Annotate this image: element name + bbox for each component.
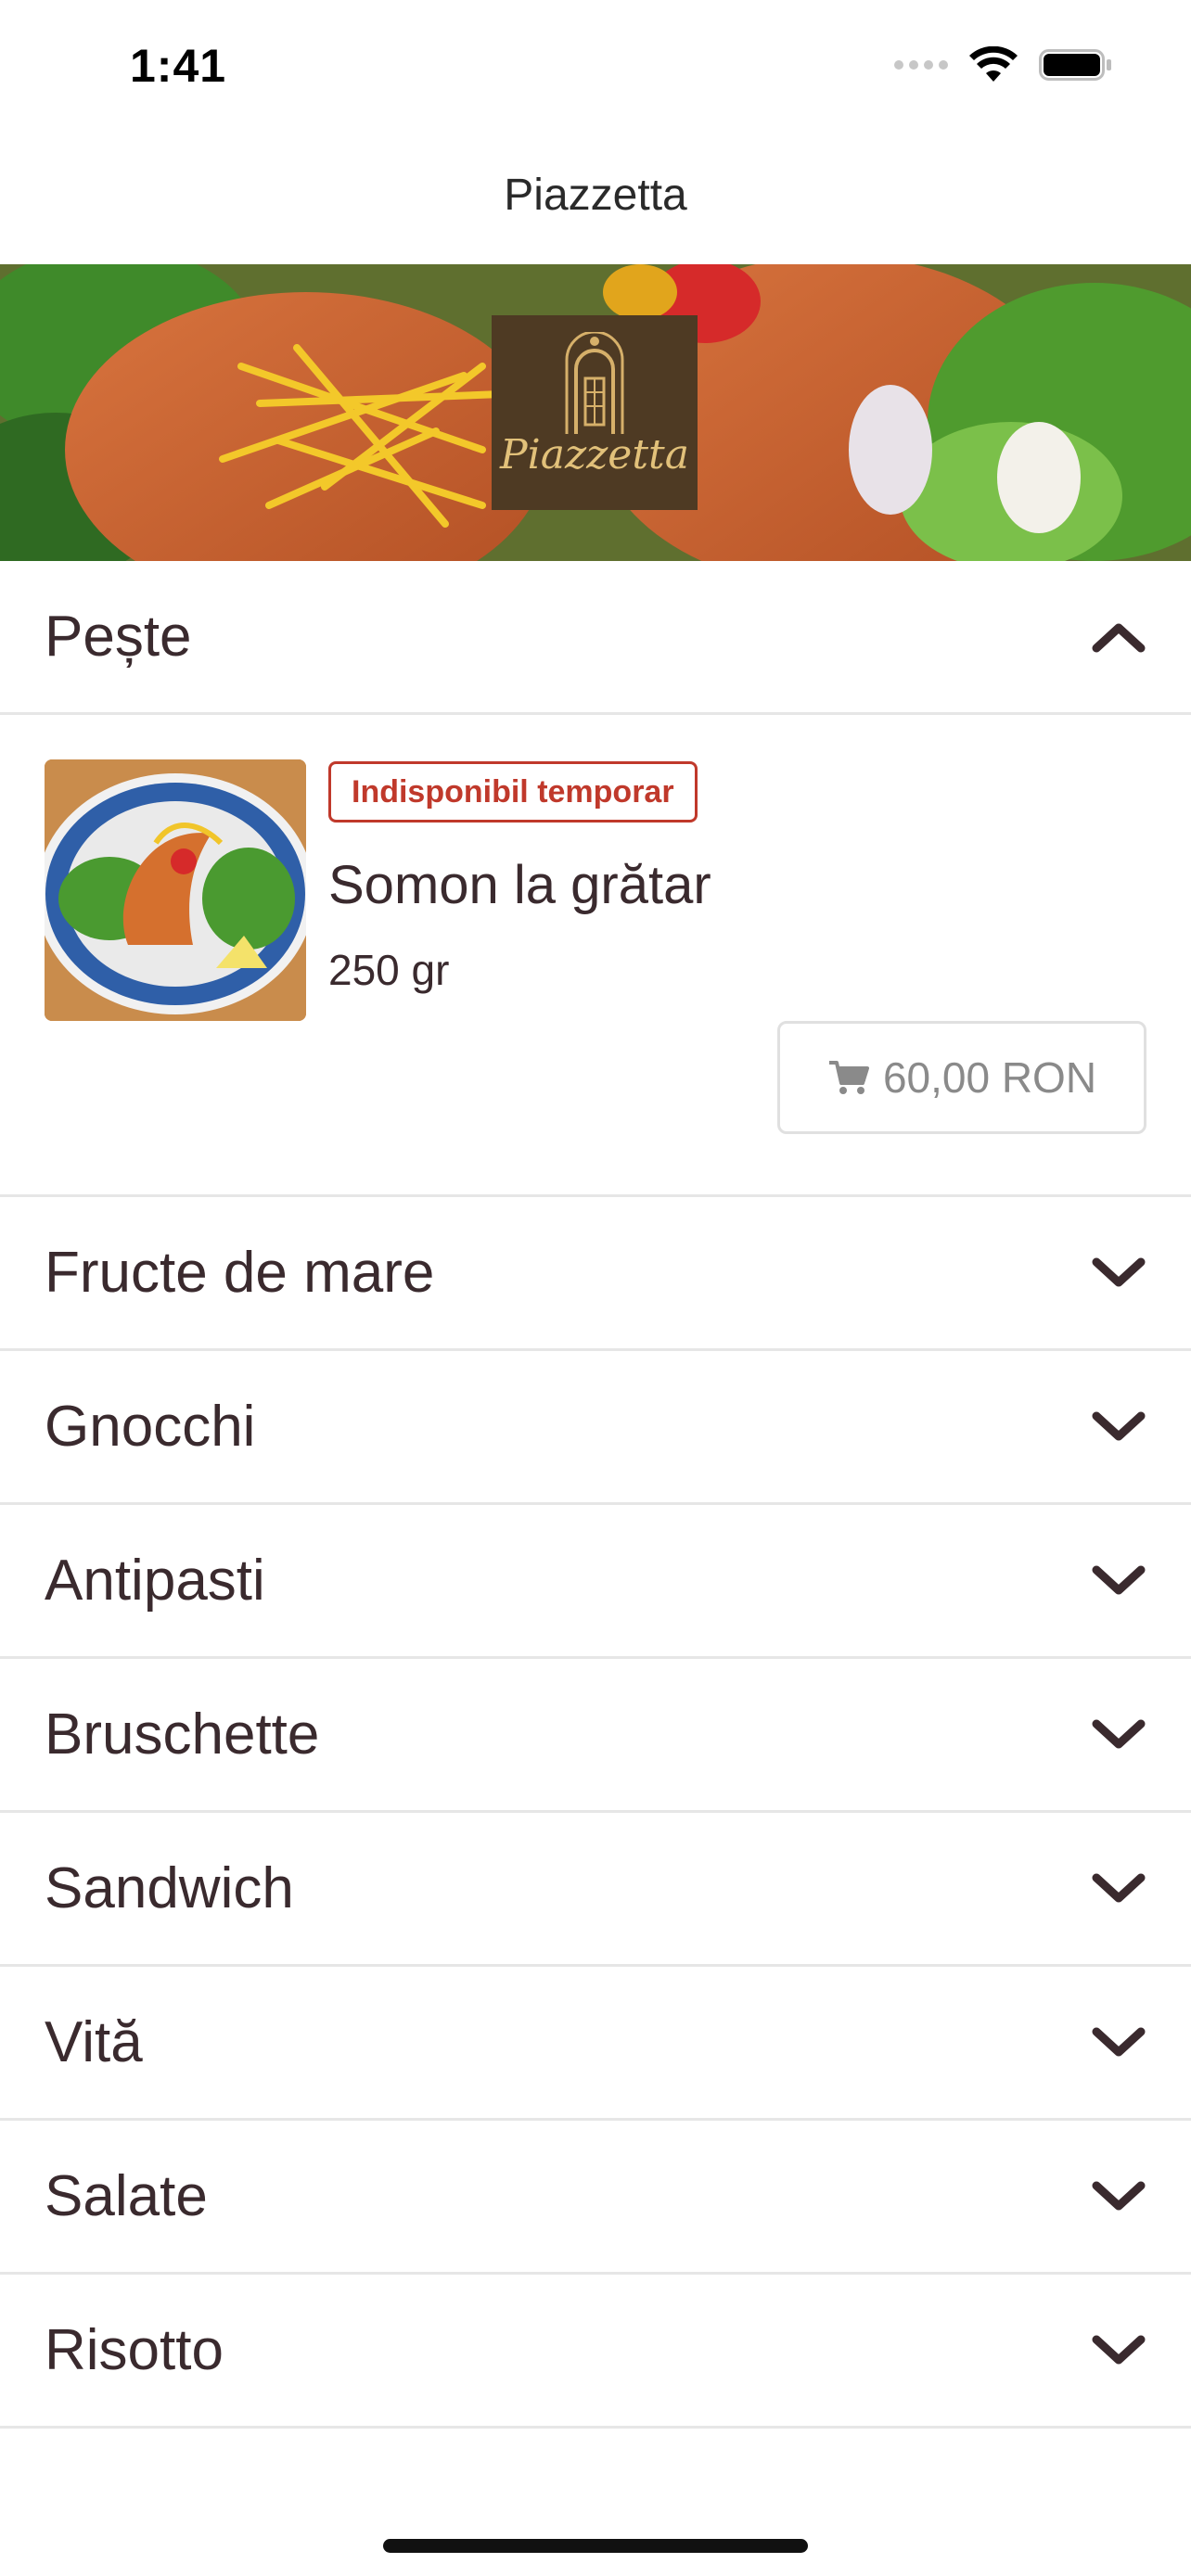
category-label: Sandwich: [45, 1856, 294, 1920]
chevron-down-icon[interactable]: [1091, 2178, 1146, 2215]
add-to-cart-button[interactable]: 60,00 RON: [777, 1021, 1146, 1134]
category-fructe-de-mare[interactable]: Fructe de mare: [0, 1197, 1191, 1351]
product-image[interactable]: [45, 759, 306, 1021]
logo-text: Piazzetta: [500, 431, 689, 478]
category-peste[interactable]: Pește: [0, 561, 1191, 715]
category-risotto[interactable]: Risotto: [0, 2275, 1191, 2429]
hero-banner: Piazzetta: [0, 264, 1191, 561]
category-label: Salate: [45, 2164, 208, 2228]
cellular-signal-icon: [894, 60, 948, 70]
category-label: Bruschette: [45, 1702, 320, 1766]
restaurant-logo: Piazzetta: [492, 315, 698, 510]
page-title: Piazzetta: [504, 170, 687, 220]
chevron-down-icon[interactable]: [1091, 1870, 1146, 1907]
category-salate[interactable]: Salate: [0, 2121, 1191, 2275]
salmon-dish-image: [45, 759, 306, 1021]
wifi-icon: [969, 46, 1018, 82]
chevron-down-icon[interactable]: [1091, 1409, 1146, 1446]
category-label: Fructe de mare: [45, 1241, 435, 1305]
chevron-down-icon[interactable]: [1091, 1716, 1146, 1753]
home-indicator[interactable]: [383, 2539, 808, 2553]
chevron-down-icon[interactable]: [1091, 1562, 1146, 1600]
category-sandwich[interactable]: Sandwich: [0, 1813, 1191, 1967]
chevron-up-icon[interactable]: [1091, 618, 1146, 656]
category-antipasti[interactable]: Antipasti: [0, 1505, 1191, 1659]
category-label: Risotto: [45, 2318, 224, 2382]
cart-icon: [828, 1061, 869, 1094]
chevron-down-icon[interactable]: [1091, 2332, 1146, 2369]
status-icons: [894, 46, 1113, 83]
category-vita[interactable]: Vită: [0, 1967, 1191, 2121]
battery-icon: [1039, 49, 1111, 81]
status-bar: 1:41: [0, 0, 1191, 130]
product-card[interactable]: Indisponibil temporar Somon la grătar 25…: [0, 715, 1191, 1197]
chevron-down-icon[interactable]: [1091, 1255, 1146, 1292]
product-weight: 250 gr: [328, 946, 450, 994]
archway-logo-icon: [565, 332, 624, 434]
menu-categories: Pește Indisponibil temporar Somon la gră…: [0, 561, 1191, 2429]
status-time: 1:41: [130, 40, 227, 92]
category-label: Vită: [45, 2010, 143, 2074]
category-gnocchi[interactable]: Gnocchi: [0, 1351, 1191, 1505]
category-label: Antipasti: [45, 1549, 265, 1613]
category-bruschette[interactable]: Bruschette: [0, 1659, 1191, 1813]
nav-bar: Piazzetta: [0, 130, 1191, 264]
category-label: Pește: [45, 605, 192, 669]
category-label: Gnocchi: [45, 1395, 256, 1459]
product-name: Somon la grătar: [328, 855, 711, 915]
product-price: 60,00 RON: [882, 1053, 1097, 1102]
unavailable-badge: Indisponibil temporar: [328, 761, 698, 823]
chevron-down-icon[interactable]: [1091, 2024, 1146, 2061]
